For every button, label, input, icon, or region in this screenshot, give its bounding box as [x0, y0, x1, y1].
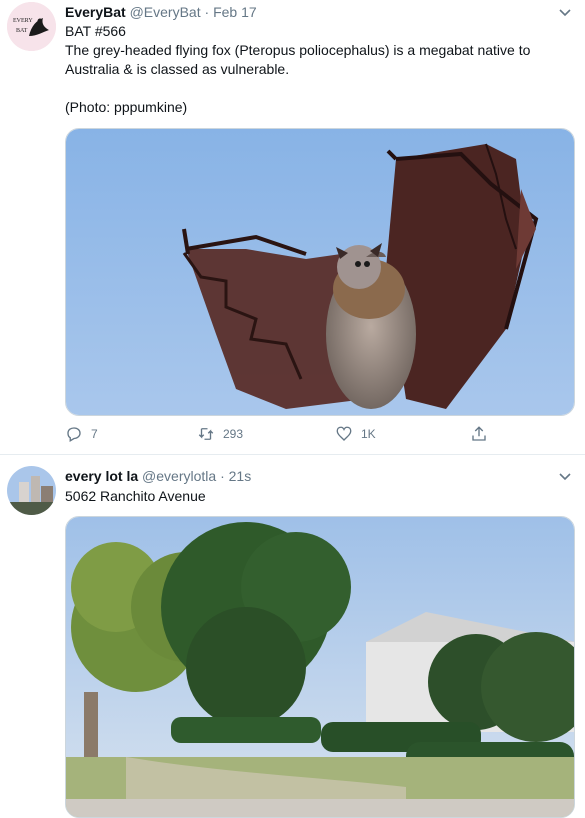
avatar-text-1: EVERY	[13, 18, 33, 24]
heart-icon	[336, 426, 352, 441]
tweet[interactable]: every lot la @everylotla · 21s 5062 Ranc…	[0, 455, 585, 818]
retweet-icon	[198, 428, 214, 440]
tweet-header: every lot la @everylotla · 21s	[65, 467, 251, 485]
reply-count: 7	[91, 427, 98, 441]
tweet-line-1: 5062 Ranchito Avenue	[65, 488, 206, 504]
tweet-actions: 7 293 1K	[65, 424, 488, 444]
reply-icon	[67, 427, 81, 442]
share-icon	[472, 426, 486, 441]
like-button[interactable]: 1K	[335, 424, 376, 444]
reply-button[interactable]: 7	[65, 424, 98, 444]
display-name[interactable]: every lot la	[65, 468, 138, 484]
bat-photo	[66, 129, 574, 415]
tweet[interactable]: EVERY BAT EveryBat @EveryBat · Feb 17 BA…	[0, 0, 585, 455]
timestamp[interactable]: Feb 17	[213, 4, 257, 20]
separator: ·	[220, 468, 225, 484]
city-avatar-icon	[7, 466, 56, 515]
chevron-down-icon[interactable]	[557, 4, 573, 20]
chevron-down-icon[interactable]	[557, 468, 573, 484]
handle[interactable]: @EveryBat	[130, 4, 201, 20]
avatar-text-2: BAT	[16, 28, 28, 34]
tweet-media[interactable]	[65, 516, 575, 818]
tweet-line-3: (Photo: pppumkine)	[65, 99, 188, 115]
retweet-button[interactable]: 293	[197, 424, 243, 444]
tweet-text: 5062 Ranchito Avenue	[65, 487, 567, 506]
separator: ·	[204, 4, 210, 20]
street-photo	[66, 517, 574, 817]
tweet-line-1: BAT #566	[65, 23, 126, 39]
avatar-everylotla[interactable]	[7, 466, 56, 515]
tweet-header: EveryBat @EveryBat · Feb 17	[65, 3, 257, 21]
tweet-text: BAT #566 The grey-headed flying fox (Pte…	[65, 22, 567, 117]
display-name[interactable]: EveryBat	[65, 4, 126, 20]
handle[interactable]: @everylotla	[142, 468, 216, 484]
retweet-count: 293	[223, 427, 244, 441]
timestamp[interactable]: 21s	[229, 468, 252, 484]
like-count: 1K	[361, 427, 376, 441]
tweet-media[interactable]	[65, 128, 575, 416]
bat-avatar-icon: EVERY BAT	[7, 2, 56, 51]
tweet-line-2: The grey-headed flying fox (Pteropus pol…	[65, 42, 531, 77]
share-button[interactable]	[470, 424, 488, 444]
avatar-everybat[interactable]: EVERY BAT	[7, 2, 56, 51]
